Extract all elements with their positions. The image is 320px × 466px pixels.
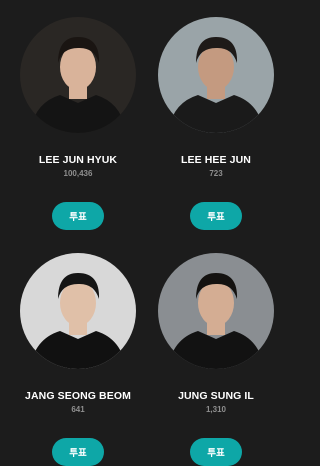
vote-count: 641 — [71, 405, 85, 414]
vote-count: 1,310 — [205, 405, 227, 414]
candidate-name: LEE HEE JUN — [181, 154, 251, 166]
candidate-card: LEE JUN HYUK 100,436 투표 — [3, 17, 153, 230]
candidate-photo — [158, 253, 274, 369]
candidate-name: LEE JUN HYUK — [38, 154, 118, 166]
vote-count: 100,436 — [63, 169, 93, 178]
candidate-photo — [20, 253, 136, 369]
candidate-name: JANG SEONG BEOM — [25, 390, 131, 402]
vote-button[interactable]: 투표 — [190, 202, 242, 230]
candidate-photo — [158, 17, 274, 133]
candidate-portrait-image — [158, 253, 274, 369]
candidate-card: JUNG SUNG IL 1,310 투표 — [141, 253, 291, 466]
candidate-portrait-image — [20, 253, 136, 369]
candidate-card: LEE HEE JUN 723 투표 — [141, 17, 291, 230]
candidate-card: JANG SEONG BEOM 641 투표 — [3, 253, 153, 466]
candidate-photo — [20, 17, 136, 133]
vote-button[interactable]: 투표 — [52, 202, 104, 230]
vote-count: 723 — [209, 169, 223, 178]
candidate-portrait-image — [158, 17, 274, 133]
candidate-portrait-image — [20, 17, 136, 133]
candidate-name: JUNG SUNG IL — [178, 390, 254, 402]
